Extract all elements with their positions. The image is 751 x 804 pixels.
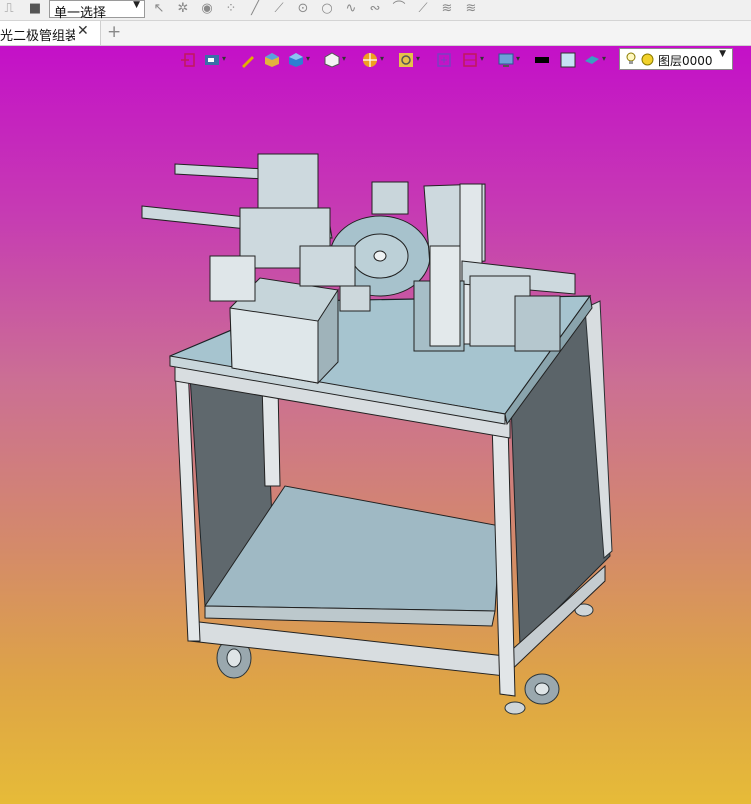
curve-icon[interactable]: ∾ [368, 2, 382, 16]
gear-pick-icon[interactable]: ✲ [176, 2, 190, 16]
layers-icon[interactable]: ≋ [440, 2, 454, 16]
section-view-icon[interactable] [362, 52, 378, 68]
top-toolbar: ⎍ ■ 单一选择 ▼ ↖ ✲ ◉ ⁘ ╱ ⟋ ⊙ ○ ∿ ∾ ⌒ ⟋ ≋ ≋ [0, 0, 751, 21]
pencil-icon[interactable] [240, 52, 256, 68]
chevron-down-icon[interactable]: ▾ [306, 54, 310, 63]
zoom-icon[interactable] [398, 52, 414, 68]
add-tab-icon[interactable]: + [107, 22, 121, 42]
selection-mode-select[interactable]: 单一选择 ▼ [49, 0, 145, 21]
pen-line-icon[interactable]: ⟋ [416, 2, 430, 16]
3d-viewport[interactable]: ▾ ▾ ▾ ▾ ▾ ▾ ▾ ▾ 图层0000 ▼ [0, 46, 751, 804]
fill-color-icon[interactable] [560, 52, 576, 68]
wire-cube-icon[interactable] [324, 52, 340, 68]
pointer-icon[interactable]: ↖ [152, 2, 166, 16]
point-circle-icon[interactable]: ⊙ [296, 2, 310, 16]
lightbulb-icon[interactable] [625, 52, 637, 66]
fit-view-icon[interactable] [436, 52, 452, 68]
machine-model[interactable] [0, 46, 751, 804]
tab-document[interactable]: 光二极管组装] ✕ [0, 21, 101, 45]
render-mode-icon[interactable] [204, 52, 220, 68]
feeder-rails [141, 153, 356, 302]
view-orient-icon[interactable] [462, 52, 478, 68]
display-settings-icon[interactable] [498, 52, 514, 68]
chevron-down-icon: ▼ [719, 49, 726, 59]
shaded-cube-icon[interactable] [264, 52, 280, 68]
partial-icon[interactable]: ⎍ [2, 2, 16, 16]
chevron-down-icon[interactable]: ▾ [416, 54, 420, 63]
close-icon[interactable]: ✕ [77, 23, 89, 39]
arc-icon[interactable]: ⌒ [392, 2, 406, 16]
exit-sketch-icon[interactable] [180, 52, 196, 68]
layer-color-icon[interactable] [641, 53, 654, 66]
chevron-down-icon[interactable]: ▾ [380, 54, 384, 63]
scatter-points-icon[interactable]: ⁘ [224, 2, 238, 16]
tab-document-label: 光二极管组装] [0, 29, 75, 44]
line-icon[interactable]: ╱ [248, 2, 262, 16]
chevron-down-icon[interactable]: ▾ [222, 54, 226, 63]
layer-select[interactable]: 图层0000 ▼ [619, 48, 733, 70]
material-icon[interactable] [584, 52, 600, 68]
solid-cube-icon[interactable] [288, 52, 304, 68]
document-tab-bar: 光二极管组装] ✕ + [0, 21, 751, 46]
play-icon[interactable]: ◉ [200, 2, 214, 16]
selection-mode-value: 单一选择 [54, 6, 107, 21]
circle-icon[interactable]: ○ [320, 2, 334, 16]
chevron-down-icon[interactable]: ▾ [516, 54, 520, 63]
layer-name: 图层0000 [658, 54, 713, 68]
chevron-down-icon[interactable]: ▾ [602, 54, 606, 63]
chevron-down-icon[interactable]: ▾ [480, 54, 484, 63]
spline-icon[interactable]: ∿ [344, 2, 358, 16]
line-point-icon[interactable]: ⟋ [272, 2, 286, 16]
line-color-icon[interactable] [534, 52, 550, 68]
right-station [413, 183, 576, 352]
chevron-down-icon[interactable]: ▾ [342, 54, 346, 63]
stop-icon[interactable]: ■ [28, 2, 42, 16]
chevron-down-icon: ▼ [133, 0, 140, 10]
stack-icon[interactable]: ≋ [464, 2, 478, 16]
